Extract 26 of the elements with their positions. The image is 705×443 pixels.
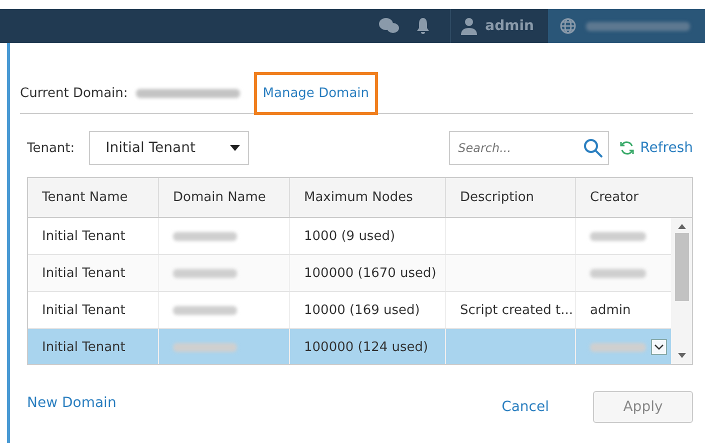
table-cell: Initial Tenant — [42, 340, 126, 354]
table-cell: admin — [590, 302, 631, 318]
table-cell: Initial Tenant — [42, 266, 126, 280]
refresh-button[interactable]: Refresh — [619, 140, 693, 156]
table-row[interactable]: Initial Tenant 100000 (124 used) — [28, 329, 671, 364]
tenant-dropdown[interactable]: Initial Tenant — [88, 131, 249, 165]
column-header[interactable]: Domain Name — [159, 178, 290, 217]
table-cell: 1000 (9 used) — [304, 228, 396, 244]
column-header[interactable]: Tenant Name — [28, 178, 159, 217]
column-header[interactable]: Description — [446, 178, 576, 217]
table-cell: 10000 (169 used) — [304, 302, 420, 318]
table-cell: 100000 (1670 used) — [304, 266, 436, 280]
table-cell: Initial Tenant — [42, 228, 126, 244]
column-header[interactable]: Maximum Nodes — [290, 178, 446, 217]
user-menu[interactable]: admin — [461, 9, 548, 43]
table-cell: Script created t... — [460, 302, 573, 318]
search-field[interactable]: Search... — [449, 131, 610, 165]
current-domain-label: Current Domain: — [20, 86, 128, 100]
table-row[interactable]: Initial Tenant 100000 (1670 used) — [28, 255, 671, 292]
table-cell: Initial Tenant — [42, 302, 126, 318]
cancel-button[interactable]: Cancel — [502, 399, 549, 415]
tenant-label: Tenant: — [27, 140, 75, 156]
manage-domain-link[interactable]: Manage Domain — [262, 86, 370, 100]
column-header[interactable]: Creator — [576, 178, 671, 217]
new-domain-link[interactable]: New Domain — [27, 395, 116, 411]
table-cell: 100000 (124 used) — [304, 340, 428, 354]
